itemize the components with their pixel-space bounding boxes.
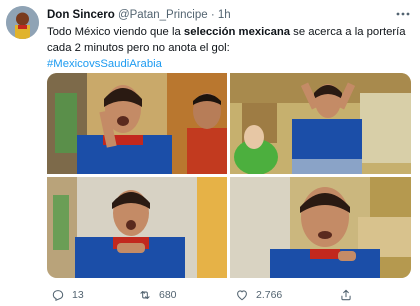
tweet-header: Don Sincero @Patan_Principe · 1h xyxy=(47,8,231,23)
tweet-text-part1: Todo México viendo que la xyxy=(47,26,184,38)
more-icon[interactable] xyxy=(394,6,412,22)
author-name[interactable]: Don Sincero xyxy=(47,9,115,21)
share-button[interactable] xyxy=(339,287,353,303)
share-icon xyxy=(339,288,353,302)
reply-icon xyxy=(51,288,65,302)
media-image-2[interactable] xyxy=(230,73,411,174)
media-image-1[interactable] xyxy=(47,73,227,174)
tweet-text: Todo México viendo que la selección mexi… xyxy=(47,24,409,72)
media-grid xyxy=(47,73,411,278)
media-image-4[interactable] xyxy=(230,177,411,278)
avatar[interactable] xyxy=(6,6,39,39)
tweet-text-bold: selección mexicana xyxy=(183,26,291,38)
like-icon xyxy=(235,288,249,302)
reply-button[interactable]: 13 xyxy=(51,287,84,303)
like-count: 2.766 xyxy=(256,289,283,301)
tweet-time[interactable]: 1h xyxy=(218,9,231,21)
retweet-count: 680 xyxy=(159,289,177,301)
separator-dot: · xyxy=(210,9,215,21)
author-handle[interactable]: @Patan_Principe xyxy=(118,9,208,21)
retweet-icon xyxy=(138,288,152,302)
hashtag-link[interactable]: #MexicovsSaudiArabia xyxy=(47,58,162,70)
tweet-actions: 13 680 2.766 xyxy=(47,287,407,303)
media-image-3[interactable] xyxy=(47,177,227,278)
retweet-button[interactable]: 680 xyxy=(138,287,177,303)
like-button[interactable]: 2.766 xyxy=(235,287,282,303)
reply-count: 13 xyxy=(72,289,84,301)
